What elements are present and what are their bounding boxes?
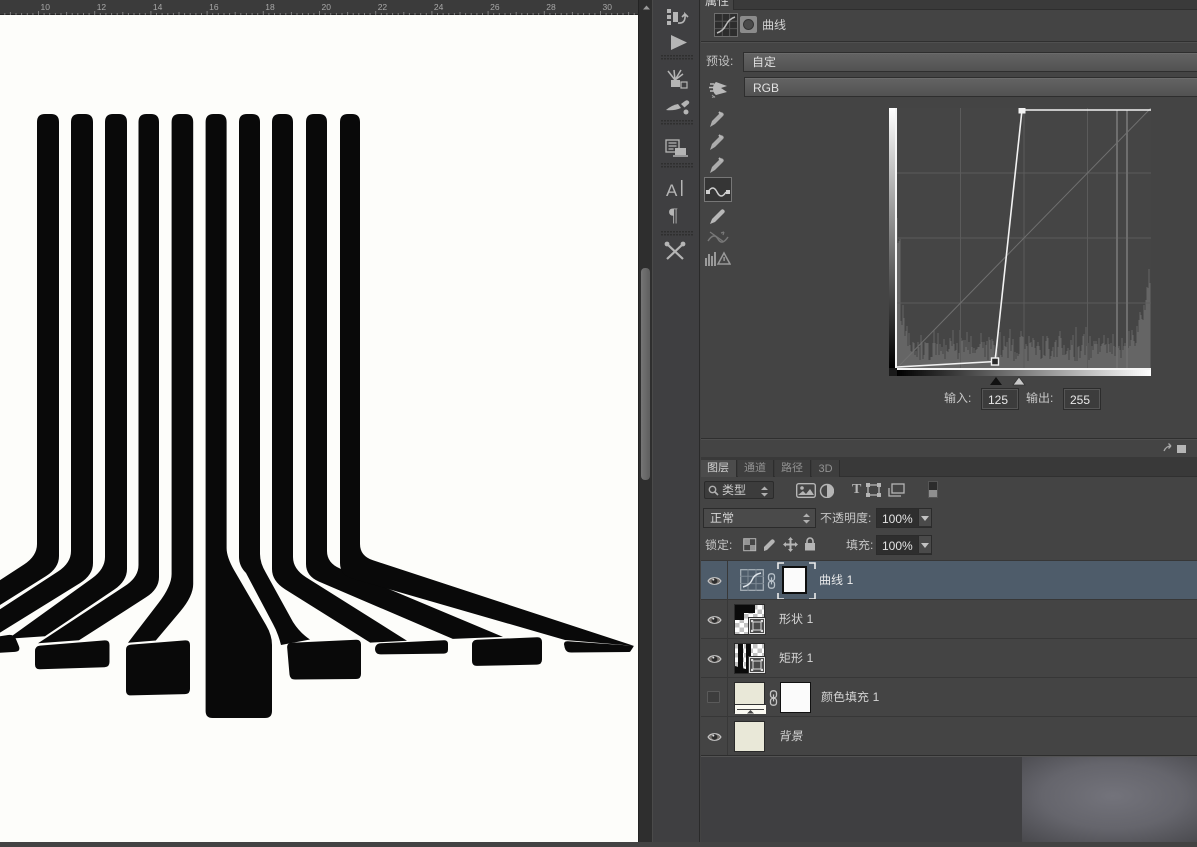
svg-text::: :	[1050, 392, 1053, 405]
svg-text:20: 20	[322, 2, 332, 12]
svg-text:18: 18	[265, 2, 275, 12]
svg-text::: :	[729, 539, 732, 552]
svg-text:14: 14	[153, 2, 163, 12]
svg-text::: :	[968, 392, 971, 405]
svg-text:A: A	[666, 181, 678, 200]
svg-text:30: 30	[603, 2, 613, 12]
svg-text:1: 1	[847, 574, 854, 587]
svg-text::: :	[870, 539, 873, 552]
svg-text:24: 24	[434, 2, 444, 12]
svg-text:1: 1	[807, 652, 814, 665]
svg-text:28: 28	[546, 2, 556, 12]
svg-text:10: 10	[41, 2, 51, 12]
svg-text:¶: ¶	[669, 205, 678, 226]
svg-text:1: 1	[807, 613, 814, 626]
svg-text::: :	[730, 55, 733, 68]
svg-text:22: 22	[378, 2, 388, 12]
svg-text:26: 26	[490, 2, 500, 12]
svg-text:1: 1	[873, 691, 880, 704]
svg-text::: :	[868, 512, 871, 525]
svg-text:16: 16	[209, 2, 219, 12]
svg-text:12: 12	[97, 2, 107, 12]
